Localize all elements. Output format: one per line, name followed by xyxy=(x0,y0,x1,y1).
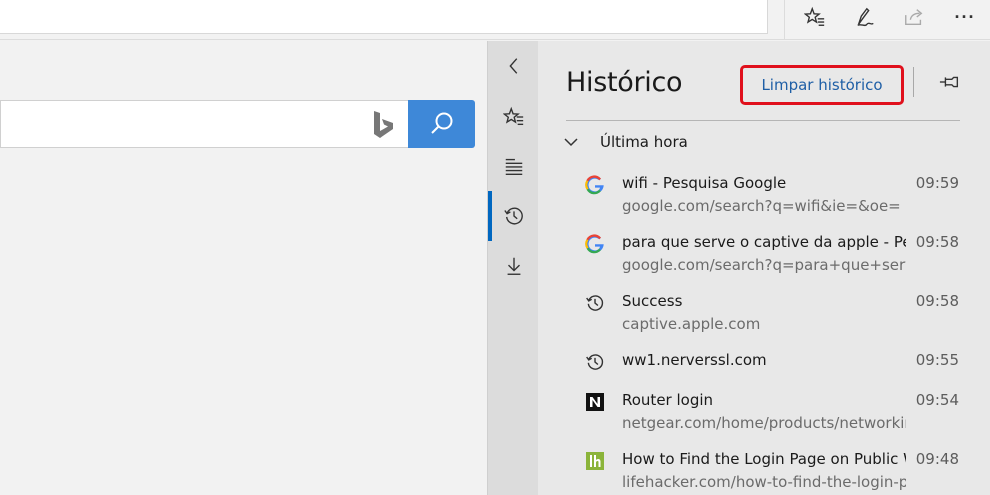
favorites-star-icon[interactable] xyxy=(800,4,830,30)
address-bar[interactable] xyxy=(0,0,768,34)
bing-logo-icon xyxy=(374,111,393,138)
history-list: wifi - Pesquisa Google google.com/search… xyxy=(538,166,990,495)
history-icon[interactable] xyxy=(488,196,539,236)
group-label: Última hora xyxy=(600,133,688,151)
browser-toolbar: ··· xyxy=(0,0,990,40)
history-item-time: 09:59 xyxy=(915,174,959,192)
reading-list-icon[interactable] xyxy=(488,146,539,186)
history-icon xyxy=(585,293,605,313)
google-icon xyxy=(585,234,605,254)
history-item-time: 09:54 xyxy=(915,391,959,409)
history-item-title: wifi - Pesquisa Google xyxy=(622,174,787,192)
more-icon[interactable]: ··· xyxy=(950,4,980,30)
history-item-time: 09:48 xyxy=(915,450,959,468)
toolbar-divider xyxy=(784,0,785,40)
history-item[interactable]: Router login netgear.com/home/products/n… xyxy=(538,383,990,442)
pen-icon[interactable] xyxy=(850,4,880,30)
history-panel: Histórico Limpar histórico Última hora w… xyxy=(538,41,990,495)
panel-divider xyxy=(566,120,960,121)
history-item-time: 09:58 xyxy=(915,292,959,310)
netgear-icon xyxy=(585,392,605,412)
history-item-title: para que serve o captive da apple - Pesq… xyxy=(622,233,906,251)
history-item[interactable]: Success captive.apple.com 09:58 xyxy=(538,284,990,343)
search-icon xyxy=(430,112,452,134)
page-content xyxy=(0,41,487,495)
panel-header-divider xyxy=(913,67,914,97)
history-item-time: 09:55 xyxy=(915,351,959,369)
history-item-title: Router login xyxy=(622,391,714,409)
history-item-url: lifehacker.com/how-to-find-the-login-pag… xyxy=(622,473,906,491)
history-item-url: google.com/search?q=wifi&ie=&oe= xyxy=(622,197,901,215)
collapse-chevron-icon[interactable] xyxy=(488,46,539,86)
favorites-icon[interactable] xyxy=(488,97,539,137)
history-item-url: captive.apple.com xyxy=(622,315,761,333)
history-icon xyxy=(585,352,605,372)
history-item-title: How to Find the Login Page on Public Wi-… xyxy=(622,450,906,468)
downloads-icon[interactable] xyxy=(488,246,539,286)
clear-history-button[interactable]: Limpar histórico xyxy=(740,65,904,105)
hub-sidebar xyxy=(487,41,538,495)
history-item[interactable]: para que serve o captive da apple - Pesq… xyxy=(538,225,990,284)
history-item[interactable]: ww1.nerverssl.com 09:55 xyxy=(538,343,990,383)
share-icon[interactable] xyxy=(899,4,929,30)
history-item-url: netgear.com/home/products/networking xyxy=(622,414,906,432)
group-header-last-hour[interactable]: Última hora xyxy=(562,131,688,153)
history-item-url: google.com/search?q=para+que+serve+o+cap… xyxy=(622,256,906,274)
history-item-title: ww1.nerverssl.com xyxy=(622,351,767,369)
history-item-time: 09:58 xyxy=(915,233,959,251)
search-input[interactable] xyxy=(0,100,408,148)
panel-title: Histórico xyxy=(566,67,683,98)
lifehacker-icon xyxy=(585,451,605,471)
google-icon xyxy=(585,175,605,195)
history-item[interactable]: How to Find the Login Page on Public Wi-… xyxy=(538,442,990,495)
pin-icon[interactable] xyxy=(935,69,965,95)
more-label: ··· xyxy=(954,6,976,27)
history-item[interactable]: wifi - Pesquisa Google google.com/search… xyxy=(538,166,990,225)
chevron-down-icon xyxy=(564,138,578,147)
search-button[interactable] xyxy=(408,100,475,148)
history-item-title: Success xyxy=(622,292,683,310)
